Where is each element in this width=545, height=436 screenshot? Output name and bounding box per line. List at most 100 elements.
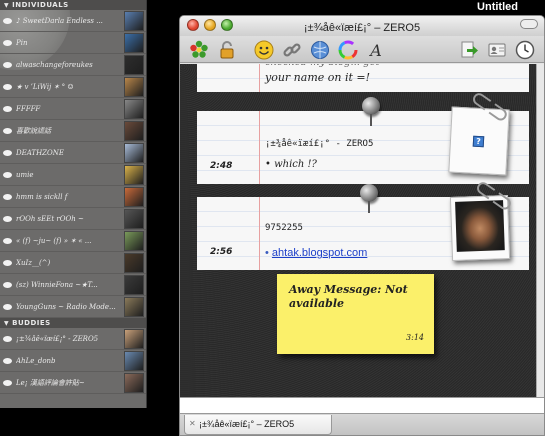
- minimize-button[interactable]: [204, 19, 216, 31]
- push-pin-icon: [360, 184, 378, 202]
- away-message-text: Away Message: Not available: [289, 283, 408, 310]
- buddy-name: « (f) ~ju~ (f) » ✶ « ...: [16, 236, 92, 245]
- buddy-avatar: [124, 186, 144, 207]
- push-pin-icon: [362, 97, 380, 115]
- status-bubble-icon: [3, 335, 12, 342]
- buddy-name: rOOh sEEt rOOh ~: [16, 214, 84, 223]
- clock-icon[interactable]: [514, 39, 536, 61]
- chat-tab[interactable]: ✕ ¡±¾åê«ïæí£¡° – ZERO5: [184, 415, 332, 435]
- buddy-avatar: [124, 274, 144, 295]
- status-bubble-icon: [3, 39, 12, 46]
- tab-bar: ✕ ¡±¾åê«ïæí£¡° – ZERO5: [180, 413, 544, 435]
- buddy-row[interactable]: FFFFF: [0, 98, 146, 120]
- buddy-avatar: [124, 10, 144, 31]
- buddy-name: hmm is sickll f: [16, 192, 68, 201]
- status-bubble-icon: [3, 357, 12, 364]
- close-button[interactable]: [187, 19, 199, 31]
- buddy-name: Pin: [16, 38, 28, 47]
- send-file-icon[interactable]: [458, 39, 480, 61]
- status-bubble-icon: [3, 259, 12, 266]
- buddy-name: AhLe_donb: [16, 356, 56, 365]
- buddy-row[interactable]: ★ v ’LiWij ✶ ° ☺: [0, 76, 146, 98]
- buddy-row[interactable]: 喜歡說謊話: [0, 120, 146, 142]
- buddy-row[interactable]: AhLe_donb: [0, 350, 146, 372]
- buddy-row[interactable]: Pin: [0, 32, 146, 54]
- buddy-row[interactable]: (sz) WinnieFona ~★T...: [0, 274, 146, 296]
- toolbar-toggle-button[interactable]: [520, 19, 538, 29]
- status-bubble-icon: [3, 61, 12, 68]
- title-bar[interactable]: ¡±¾åê«ïæí£¡° – ZERO5: [180, 16, 544, 36]
- buddy-row[interactable]: ¡±¾åê«ïæí£¡° - ZERO5: [0, 328, 146, 350]
- message-text-cut: checked my blog... get: [265, 64, 380, 68]
- smiley-icon[interactable]: [253, 39, 275, 61]
- status-bubble-icon: [3, 237, 12, 244]
- away-message-time: 3:14: [406, 333, 424, 342]
- buddy-row[interactable]: DEATHZONE: [0, 142, 146, 164]
- icq-flower-icon[interactable]: [188, 39, 210, 61]
- away-message-sticky-note: Away Message: Not available 3:14: [277, 274, 434, 354]
- status-bubble-icon: [3, 105, 12, 112]
- group-header-individuals[interactable]: ▼ INDIVIDUALS: [0, 0, 146, 10]
- buddy-name: Le¡ 漢語評論會許貼~: [16, 378, 85, 387]
- chat-transcript[interactable]: checked my blog... get your name on it =…: [180, 64, 536, 397]
- chat-window[interactable]: ¡±¾åê«ïæí£¡° – ZERO5 A your name on it =…: [179, 15, 545, 436]
- buddy-avatar: [124, 164, 144, 185]
- buddy-row[interactable]: « (f) ~ju~ (f) » ✶ « ...: [0, 230, 146, 252]
- bullet: •: [265, 247, 272, 259]
- buddy-name: ★ v ’LiWij ✶ ° ☺: [16, 82, 74, 91]
- globe-icon[interactable]: [309, 39, 331, 61]
- buddy-row[interactable]: alwaschangeforeukes: [0, 54, 146, 76]
- buddy-name: XuIz__(^): [16, 258, 51, 267]
- buddy-name: umie: [16, 170, 34, 179]
- message-sender: 9752255: [265, 223, 303, 233]
- status-bubble-icon: [3, 215, 12, 222]
- buddy-row[interactable]: umie: [0, 164, 146, 186]
- message-input[interactable]: [180, 397, 544, 413]
- buddy-row[interactable]: rOOh sEEt rOOh ~: [0, 208, 146, 230]
- contact-card-icon[interactable]: [486, 39, 508, 61]
- buddy-name: (sz) WinnieFona ~★T...: [16, 280, 98, 289]
- font-a-icon[interactable]: A: [365, 39, 387, 61]
- buddy-avatar: [124, 142, 144, 163]
- zoom-button[interactable]: [221, 19, 233, 31]
- buddy-name: FFFFF: [16, 104, 41, 113]
- window-title-untitled: Untitled: [477, 1, 518, 13]
- chain-link-icon[interactable]: [281, 39, 303, 61]
- buddy-avatar: [124, 230, 144, 251]
- buddy-avatar: [124, 296, 144, 317]
- message-text: your name on it =!: [265, 71, 371, 84]
- buddy-name: YoungGuns ~ Radio Mode...: [16, 302, 116, 311]
- color-wheel-icon[interactable]: [337, 39, 359, 61]
- tab-close-icon[interactable]: ✕: [189, 415, 196, 433]
- buddy-name: 喜歡說謊話: [16, 126, 51, 135]
- buddy-name: alwaschangeforeukes: [16, 60, 93, 69]
- vertical-scrollbar[interactable]: [536, 64, 544, 397]
- buddy-avatar: [124, 120, 144, 141]
- buddy-row[interactable]: ♪ SweetDarla Endless ...: [0, 10, 146, 32]
- message-sender: ¡±¾åê«ïæí£¡° - ZERO5: [265, 139, 374, 149]
- buddy-avatar: [124, 328, 144, 349]
- message-time: 2:48: [210, 161, 233, 171]
- buddy-avatar: [124, 54, 144, 75]
- desktop: Untitled ▼ INDIVIDUALS ♪ SweetDarla Endles…: [0, 0, 545, 436]
- buddy-avatar: [124, 98, 144, 119]
- disclosure-triangle-icon[interactable]: ▼: [4, 2, 9, 9]
- tab-label: ¡±¾åê«ïæí£¡° – ZERO5: [199, 419, 295, 429]
- buddy-row[interactable]: XuIz__(^): [0, 252, 146, 274]
- buddy-avatar: [124, 372, 144, 393]
- disclosure-triangle-icon[interactable]: ▼: [4, 320, 9, 327]
- group-label: INDIVIDUALS: [12, 1, 69, 9]
- buddy-avatar: [124, 252, 144, 273]
- buddy-list[interactable]: ▼ INDIVIDUALS ♪ SweetDarla Endless ... Pin a…: [0, 0, 147, 408]
- status-bubble-icon: [3, 127, 12, 134]
- buddy-name: DEATHZONE: [16, 148, 65, 157]
- blog-link[interactable]: ahtak.blogspot.com: [272, 247, 367, 259]
- group-header-buddies[interactable]: ▼ BUDDIES: [0, 318, 146, 328]
- status-bubble-icon: [3, 149, 12, 156]
- buddy-avatar: [124, 76, 144, 97]
- lock-icon[interactable]: [216, 39, 238, 61]
- buddy-name: ♪ SweetDarla Endless ...: [16, 16, 103, 25]
- buddy-row[interactable]: Le¡ 漢語評論會許貼~: [0, 372, 146, 394]
- buddy-row[interactable]: hmm is sickll f: [0, 186, 146, 208]
- buddy-row[interactable]: YoungGuns ~ Radio Mode...: [0, 296, 146, 318]
